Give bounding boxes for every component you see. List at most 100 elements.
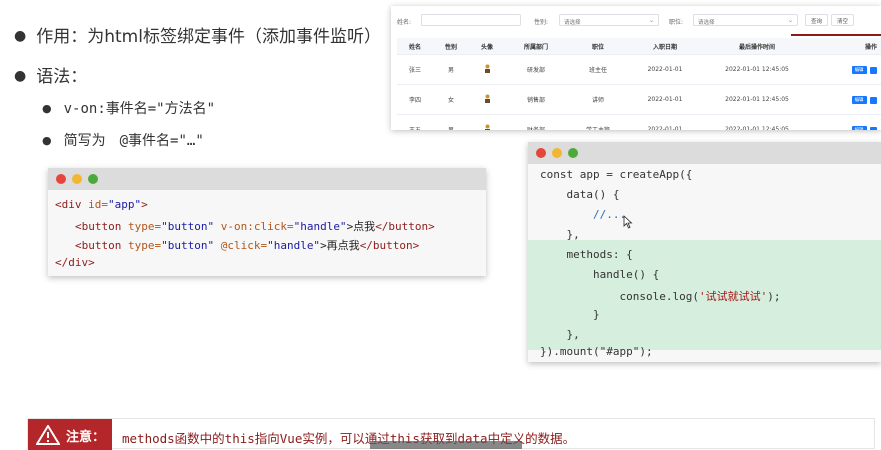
- note-tag: 注意：: [28, 419, 112, 450]
- minimize-dot-icon: [552, 148, 562, 158]
- col-header-avatar: 头像: [469, 38, 505, 55]
- query-button[interactable]: 查询: [805, 14, 829, 26]
- col-header-date: 入职日期: [629, 38, 701, 55]
- cursor-icon: [623, 215, 633, 229]
- von-syntax-text: v-on:事件名="方法名": [63, 101, 216, 117]
- col-header-gender: 性别: [433, 38, 469, 55]
- cell-dept: 研发部: [505, 54, 567, 85]
- cell-gender: 男: [433, 114, 469, 130]
- cell-actions: 编辑: [813, 84, 881, 115]
- edit-button[interactable]: 编辑: [851, 125, 867, 130]
- js-code-window: const app = createApp({ data() { //... }…: [528, 142, 881, 362]
- syntax-text: 语法：: [36, 67, 88, 87]
- window-titlebar: [528, 142, 881, 164]
- bullet-dot-icon: ●: [42, 102, 52, 115]
- cell-date: 2022-01-01: [629, 114, 701, 130]
- cell-gender: 男: [433, 54, 469, 85]
- cell-date: 2022-01-01: [629, 84, 701, 115]
- js-code-line-10: }).mount("#app");: [540, 345, 653, 358]
- html-code-line-1: <div id="app">: [55, 198, 148, 211]
- cell-actions: 编辑: [813, 114, 881, 130]
- header-underline: [791, 34, 881, 36]
- maximize-dot-icon: [88, 174, 98, 184]
- js-code-line-2: data() {: [540, 188, 620, 201]
- js-code-line-5: methods: {: [540, 248, 633, 261]
- employee-table: 姓名 性别 头像 所属部门 职位 入职日期 最后操作时间 操作 张三 男 研发部…: [397, 38, 881, 130]
- cell-date: 2022-01-01: [629, 54, 701, 85]
- cell-gender: 女: [433, 84, 469, 115]
- avatar-icon: [484, 124, 490, 130]
- col-header-last-op: 最后操作时间: [701, 38, 813, 55]
- col-header-actions: 操作: [813, 38, 881, 55]
- chevron-down-icon: ⌄: [787, 17, 793, 24]
- window-titlebar: [48, 168, 486, 190]
- bullet-syntax: ● 语法：: [14, 62, 87, 87]
- bullet-dot-icon: ●: [14, 28, 27, 44]
- close-dot-icon: [536, 148, 546, 158]
- table-header-row: 姓名 性别 头像 所属部门 职位 入职日期 最后操作时间 操作: [397, 38, 881, 55]
- cell-position: 学工主管: [567, 114, 629, 130]
- name-filter-label: 姓名:: [397, 19, 412, 26]
- delete-button[interactable]: [869, 96, 877, 104]
- html-code-window: <div id="app"> <button type="button" v-o…: [48, 168, 486, 276]
- cell-avatar: [469, 114, 505, 130]
- cell-last-op: 2022-01-01 12:45:05: [701, 84, 813, 115]
- cell-avatar: [469, 84, 505, 115]
- delete-button[interactable]: [869, 126, 877, 130]
- gender-filter-label: 性别:: [534, 19, 549, 26]
- maximize-dot-icon: [568, 148, 578, 158]
- cell-last-op: 2022-01-01 12:45:05: [701, 114, 813, 130]
- cell-position: 讲师: [567, 84, 629, 115]
- col-header-position: 职位: [567, 38, 629, 55]
- video-subtitle-bar: [370, 441, 522, 449]
- js-code-line-8: }: [540, 308, 600, 321]
- sub-bullet-shorthand: ● 简写为 @事件名="…": [42, 130, 204, 150]
- cell-name: 王五: [397, 114, 433, 130]
- delete-button[interactable]: [869, 66, 877, 74]
- html-code-line-3: <button type="button" @click="handle">再点…: [75, 239, 420, 252]
- js-code-line-1: const app = createApp({: [540, 168, 693, 181]
- position-filter-select[interactable]: 请选择 ⌄: [693, 14, 798, 26]
- table-row: 李四 女 销售部 讲师 2022-01-01 2022-01-01 12:45:…: [397, 84, 881, 115]
- js-code-line-4: },: [540, 228, 580, 241]
- warning-icon: [36, 425, 60, 445]
- html-code-line-2: <button type="button" v-on:click="handle…: [75, 220, 435, 233]
- bullet-dot-icon: ●: [42, 134, 52, 147]
- js-code-line-7: console.log('试试就试试');: [540, 290, 781, 303]
- effect-text: 作用：为html标签绑定事件（添加事件监听）: [36, 27, 381, 47]
- position-select-value: 请选择: [698, 20, 715, 26]
- table-row: 王五 男 财务部 学工主管 2022-01-01 2022-01-01 12:4…: [397, 114, 881, 130]
- js-code-line-9: },: [540, 328, 580, 341]
- shorthand-prefix: 简写为: [63, 133, 106, 149]
- col-header-name: 姓名: [397, 38, 433, 55]
- bullet-dot-icon: ●: [14, 68, 27, 84]
- employee-table-screenshot: 姓名: 性别: 请选择 ⌄ 职位: 请选择 ⌄ 查询 清空 姓名 性别 头像 所…: [391, 6, 881, 130]
- note-label: 注意：: [66, 430, 106, 445]
- bullet-effect: ● 作用：为html标签绑定事件（添加事件监听）: [14, 22, 381, 47]
- position-filter-label: 职位:: [669, 19, 684, 26]
- table-row: 张三 男 研发部 班主任 2022-01-01 2022-01-01 12:45…: [397, 54, 881, 85]
- avatar-icon: [484, 94, 490, 103]
- js-code-line-6: handle() {: [540, 268, 660, 281]
- col-header-dept: 所属部门: [505, 38, 567, 55]
- clear-button[interactable]: 清空: [831, 14, 855, 26]
- avatar-icon: [484, 64, 490, 73]
- name-filter-input[interactable]: [421, 14, 521, 26]
- cell-dept: 销售部: [505, 84, 567, 115]
- html-code-line-4: </div>: [55, 256, 95, 269]
- cell-dept: 财务部: [505, 114, 567, 130]
- minimize-dot-icon: [72, 174, 82, 184]
- filter-row: 姓名: 性别: 请选择 ⌄ 职位: 请选择 ⌄ 查询 清空: [391, 14, 881, 28]
- cell-last-op: 2022-01-01 12:45:05: [701, 54, 813, 85]
- cell-avatar: [469, 54, 505, 85]
- edit-button[interactable]: 编辑: [851, 65, 867, 74]
- gender-select-value: 请选择: [564, 20, 581, 26]
- close-dot-icon: [56, 174, 66, 184]
- edit-button[interactable]: 编辑: [851, 95, 867, 104]
- gender-filter-select[interactable]: 请选择 ⌄: [559, 14, 659, 26]
- chevron-down-icon: ⌄: [648, 17, 654, 24]
- js-code-line-3: //...: [540, 208, 627, 221]
- cell-position: 班主任: [567, 54, 629, 85]
- shorthand-code: @事件名="…": [119, 133, 204, 149]
- sub-bullet-von: ● v-on:事件名="方法名": [42, 98, 215, 118]
